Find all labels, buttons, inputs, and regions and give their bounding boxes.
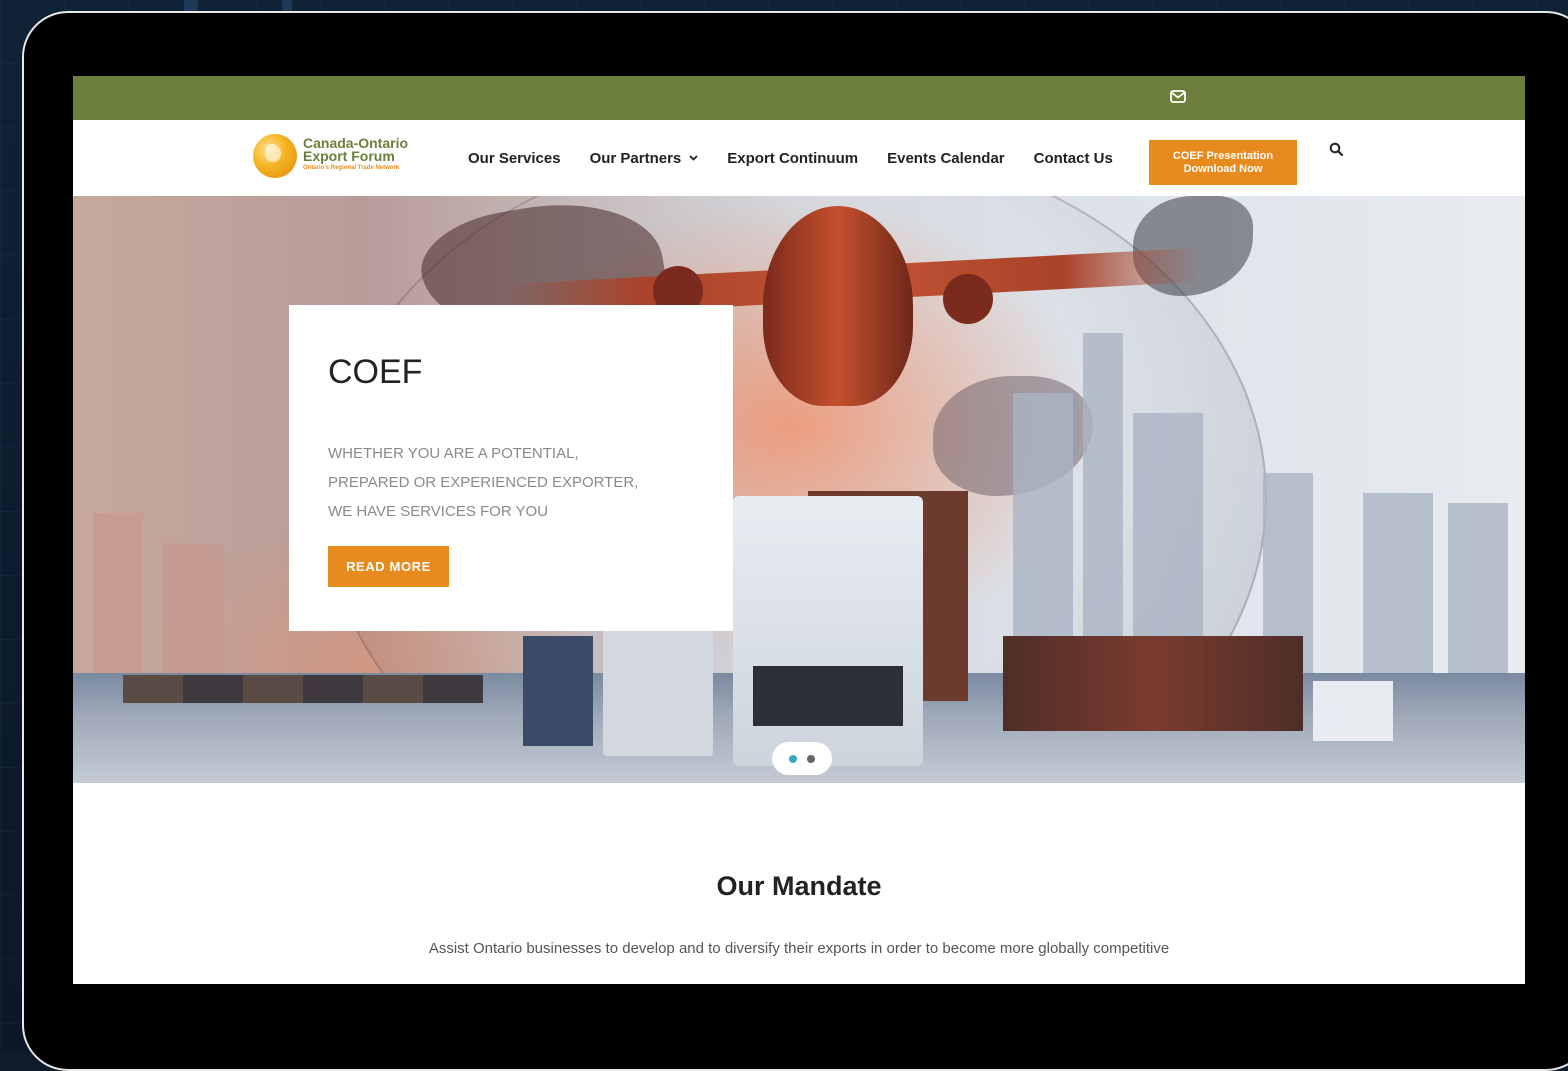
hero-graphic-building	[93, 513, 143, 693]
nav-label: Export Continuum	[727, 149, 859, 167]
cta-line2: Download Now	[1183, 163, 1263, 175]
hero-card: COEF WHETHER YOU ARE A POTENTIAL, PREPAR…	[289, 305, 733, 631]
nav-export-continuum[interactable]: Export Continuum	[727, 150, 858, 167]
hero-text-line: WE HAVE SERVICES FOR YOU	[328, 503, 549, 520]
logo-tagline: Ontario's Regional Trade Network	[303, 165, 400, 171]
hero-graphic-truck	[603, 626, 713, 756]
mandate-text: Assist Ontario businesses to develop and…	[428, 940, 1170, 957]
hero-graphic-building	[1448, 503, 1508, 693]
chevron-down-icon	[689, 155, 698, 161]
globe-logo-icon	[253, 134, 297, 178]
hero-text-line: WHETHER YOU ARE A POTENTIAL,	[328, 445, 579, 462]
nav-label: Our Partners	[589, 149, 682, 167]
nav-label: Contact Us	[1033, 149, 1113, 167]
nav-contact-us[interactable]: Contact Us	[1034, 150, 1113, 167]
hero-graphic-container-truck	[1003, 636, 1303, 731]
nav-events-calendar[interactable]: Events Calendar	[887, 150, 1005, 167]
main-nav: Our Services Our Partners Export Continu…	[468, 120, 1142, 196]
presentation-download-button[interactable]: COEF Presentation Download Now	[1149, 140, 1297, 185]
nav-label: Our Services	[468, 149, 561, 167]
mandate-heading: Our Mandate	[716, 871, 882, 901]
hero-graphic-engine	[943, 274, 993, 324]
site-header: Canada-Ontario Export Forum Ontario's Re…	[73, 120, 1525, 196]
hero-graphic-containers	[123, 675, 483, 703]
nav-our-partners[interactable]: Our Partners	[590, 150, 699, 167]
top-utility-bar	[73, 76, 1525, 120]
website-screen: Canada-Ontario Export Forum Ontario's Re…	[73, 76, 1525, 984]
hero-graphic-truck-cab	[1313, 681, 1393, 741]
hero-graphic-truck	[523, 636, 593, 746]
slide-dot[interactable]	[807, 755, 815, 763]
hero-title: COEF	[328, 353, 423, 391]
slider-pagination	[772, 742, 832, 775]
read-more-button[interactable]: READ MORE	[328, 546, 449, 587]
site-logo[interactable]: Canada-Ontario Export Forum Ontario's Re…	[253, 132, 433, 184]
mail-icon[interactable]	[1170, 90, 1186, 103]
nav-our-services[interactable]: Our Services	[468, 150, 561, 167]
nav-label: Events Calendar	[887, 149, 1005, 167]
hero-text-line: PREPARED OR EXPERIENCED EXPORTER,	[328, 474, 639, 491]
hero-text: WHETHER YOU ARE A POTENTIAL, PREPARED OR…	[328, 439, 708, 526]
hero-graphic-building	[1363, 493, 1433, 693]
cta-line1: COEF Presentation	[1172, 150, 1274, 162]
search-icon[interactable]	[1329, 142, 1344, 157]
hero-graphic-truck-grill	[753, 666, 903, 726]
slide-dot-active[interactable]	[789, 755, 797, 763]
hero-graphic-building	[163, 543, 223, 693]
hero-graphic-plane	[763, 206, 913, 406]
logo-text-line2: Export Forum	[303, 148, 395, 164]
hero-slider: COEF WHETHER YOU ARE A POTENTIAL, PREPAR…	[73, 196, 1525, 783]
